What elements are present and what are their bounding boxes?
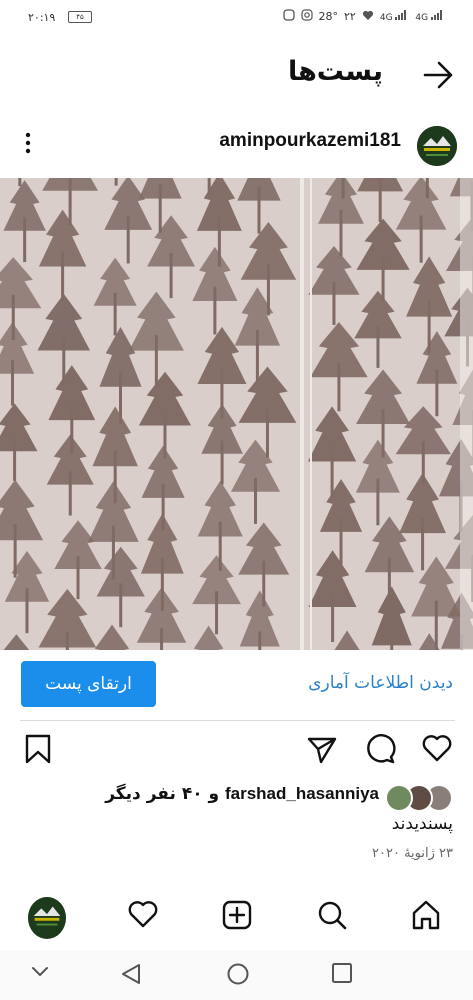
notification-icon [282, 9, 295, 24]
post-date: ۲۳ ژانویهٔ ۲۰۲۰ [372, 846, 453, 861]
chevron-down-icon[interactable] [30, 964, 50, 983]
top-header: پست‌ها [0, 50, 473, 100]
search-icon[interactable] [316, 899, 348, 935]
post-image[interactable] [0, 178, 473, 650]
divider [20, 720, 455, 721]
avatar[interactable] [417, 126, 457, 166]
add-post-icon[interactable] [221, 899, 253, 935]
view-insights-link[interactable]: دیدن اطلاعات آماری [308, 673, 453, 693]
bookmark-icon[interactable] [24, 733, 52, 769]
likes-suffix: پسندیدند [391, 814, 453, 834]
post-actions [0, 733, 473, 769]
signal-icon: 4G [415, 10, 445, 23]
more-vertical-icon[interactable] [20, 128, 36, 162]
signal-icon: 4G [380, 10, 410, 23]
temperature: 28° [318, 10, 339, 23]
heart-icon[interactable] [421, 733, 453, 767]
notification-count: ۲۲ [344, 10, 356, 23]
square-recent-icon[interactable] [331, 962, 353, 988]
page-title: پست‌ها [287, 56, 383, 87]
triangle-back-icon[interactable] [120, 962, 142, 990]
avatar [385, 784, 413, 812]
status-bar: ۲۰:۱۹ ۴۵ 28° ۲۲ 4G 4G [0, 0, 473, 36]
arrow-right-icon[interactable] [421, 60, 455, 94]
likes-text: farshad_hasanniya و ۴۰ نفر دیگر [105, 784, 379, 804]
system-nav-bar [0, 950, 473, 1000]
post-header: aminpourkazemi181 [0, 120, 473, 170]
home-icon[interactable] [410, 899, 442, 935]
promote-post-button[interactable]: ارتقای پست [21, 661, 156, 707]
heart-status-icon [362, 10, 374, 24]
status-icons: 28° ۲۲ 4G 4G [282, 9, 445, 24]
battery-icon: ۴۵ [68, 11, 92, 23]
likes-others: و ۴۰ نفر دیگر [105, 784, 225, 804]
clock: ۲۰:۱۹ [28, 11, 56, 24]
liker-username[interactable]: farshad_hasanniya [225, 784, 379, 803]
instagram-icon [300, 9, 313, 24]
post-username[interactable]: aminpourkazemi181 [219, 130, 401, 152]
bottom-nav [0, 895, 473, 941]
send-icon[interactable] [306, 733, 338, 769]
promote-row: ارتقای پست دیدن اطلاعات آماری [0, 661, 473, 709]
liker-avatars [383, 784, 453, 812]
heart-icon[interactable] [127, 899, 159, 933]
profile-avatar-icon[interactable] [28, 897, 66, 939]
comment-icon[interactable] [364, 733, 396, 769]
circle-home-icon[interactable] [226, 962, 250, 990]
